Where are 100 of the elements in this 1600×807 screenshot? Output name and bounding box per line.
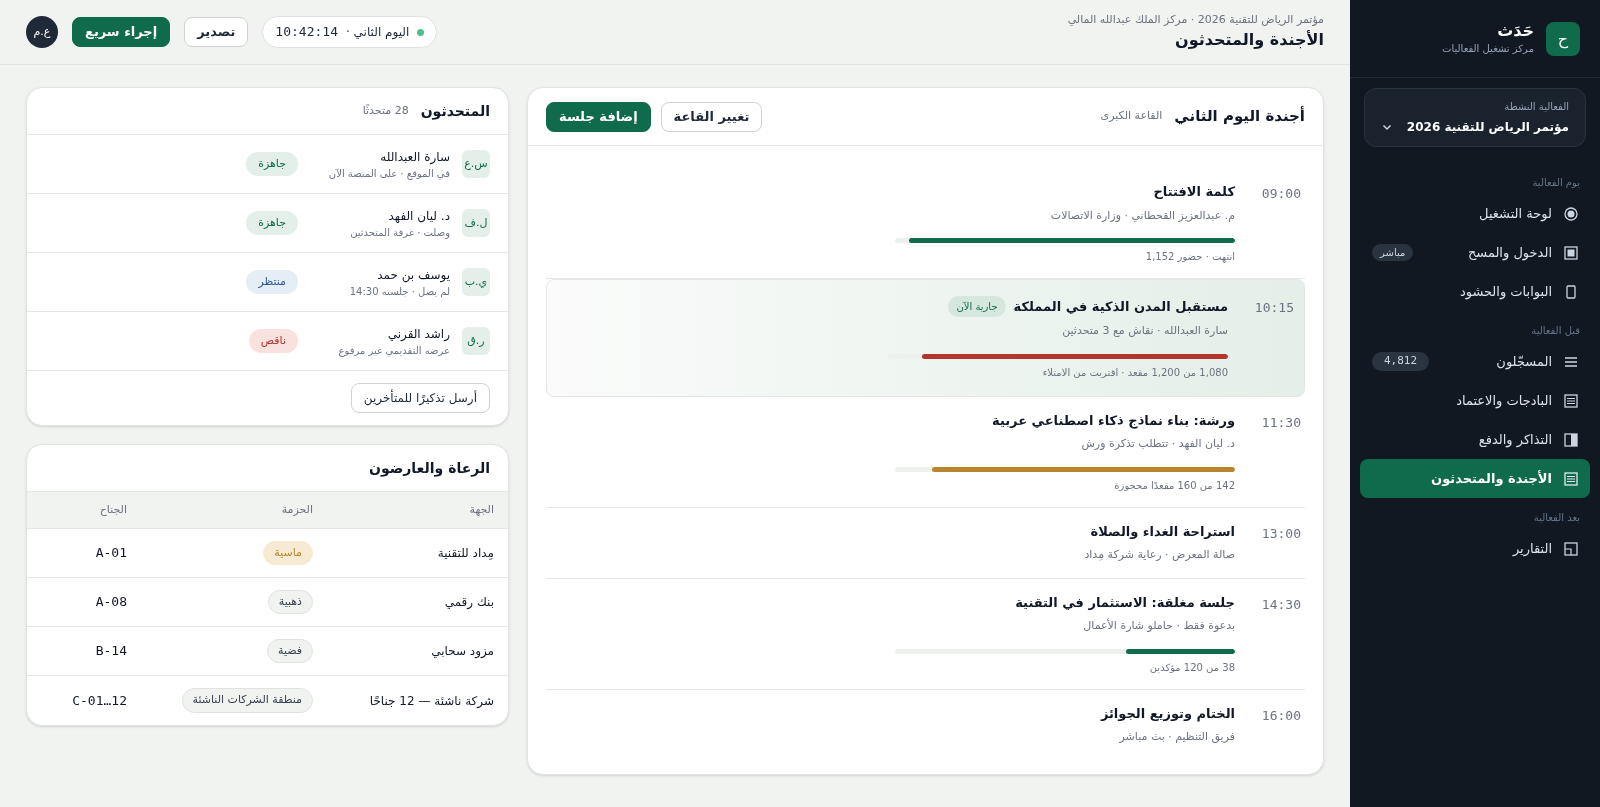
lines-icon [1564,393,1578,408]
status-badge: جاهزة [246,151,298,177]
speaker-row[interactable]: ل.ف د. ليان الفهد وصلت · غرفة المتحدثين جاهزة [27,194,508,253]
session-subtitle: فريق التنظيم · بث مباشر [1118,729,1235,745]
initials-avatar: ي.ب [462,268,490,296]
user-avatar[interactable]: ع.م [26,16,58,48]
column-header: الحزمة [280,501,313,518]
speaker-name: يوسف بن حمد [376,266,450,284]
day-label: اليوم الثاني · [346,24,410,41]
nav-item[interactable]: الأجندة والمتحدثون [1360,459,1590,498]
primary-button[interactable]: إضافة جلسة [546,101,651,132]
app-subtitle: مركز تشغيل الفعاليات [1442,42,1534,56]
speaker-row[interactable]: س.ع سارة العبدالله في الموقع · على المنصة الآن جاهزة [27,135,508,194]
nav-item[interactable]: الدخول والمسح مباشر [1360,233,1590,272]
table-cell-text: بنك رقمي [443,594,494,611]
speaker-detail: عرضه التقديمي غير مرفوع [337,343,450,358]
speaker-name: راشد القرني [386,325,450,343]
session-note: انتهت · حضور 1,152 [1144,250,1235,264]
speaker-detail: في الموقع · على المنصة الآن [327,166,450,181]
session-time: 10:15 [1253,299,1294,317]
table-cell-text: A-01 [94,544,127,563]
initials-avatar: س.ع [462,150,490,178]
nav-label: البوابات والحشود [1458,282,1552,302]
app-name: حَدَث [1496,21,1534,41]
tier-badge: فضية [267,638,313,664]
event-picker[interactable]: الفعالية النشطة مؤتمر الرياض للتقنية 2026 [1364,88,1586,147]
nav-label: المسجّلون [1495,352,1552,372]
square-icon [1564,245,1578,260]
nav-item[interactable]: البادجات والاعتماد [1360,381,1590,420]
card-title: الرعاة والعارضون [369,458,490,479]
outline-button[interactable]: تصدير [184,17,249,47]
picker-value: مؤتمر الرياض للتقنية 2026 [1406,119,1569,136]
breadcrumb: مؤتمر الرياض للتقنية 2026 · مركز الملك عبدالله المالي [1067,11,1324,28]
initials-avatar: ل.ف [462,209,490,237]
nav-section-title: يوم الفعالية [1531,176,1581,190]
table-cell-text: B-14 [94,642,127,661]
session-title: الختام وتوزيع الجوائز [1100,704,1235,723]
nav-section-title: بعد الفعالية [1532,511,1581,525]
session-subtitle: د. ليان الفهد · تتطلب تذكرة ورش [1080,436,1235,452]
nav-label: الأجندة والمتحدثون [1430,469,1552,488]
session-title: جلسة مغلقة: الاستثمار في التقنية [1015,593,1235,612]
session-note: 142 من 160 مقعدًا محجوزة [1113,478,1235,493]
session-time: 16:00 [1260,706,1301,725]
status-badge: منتظر [246,269,298,295]
session-time: 14:30 [1260,595,1301,614]
session-title: كلمة الافتتاح [1153,183,1235,201]
session-time: 11:30 [1260,413,1301,432]
card-title: أجندة اليوم الثاني [1174,105,1305,128]
session-subtitle: بدعوة فقط · حاملو شارة الأعمال [1082,618,1235,634]
nav-item[interactable]: التذاكر والدفع [1360,420,1590,459]
speaker-count: 28 متحدثًا [362,102,409,119]
column-header: الجناح [98,501,127,518]
reminder-button[interactable]: أرسل تذكيرًا للمتأخرين [350,383,490,413]
logo-mark: ح [1546,21,1580,56]
nav-label: التذاكر والدفع [1477,430,1552,450]
live-badge: مباشر [1372,244,1414,261]
tier-badge: ماسية [263,540,313,566]
nav-item[interactable]: التقارير [1360,529,1590,568]
radio-icon [1564,206,1578,221]
speaker-name: سارة العبدالله [379,148,450,166]
primary-button[interactable]: إجراء سريع [72,17,171,47]
tier-badge: منطقة الشركات الناشئة [181,688,313,713]
rectangle-icon [1564,284,1578,299]
hall-label: القاعة الكبرى [1100,108,1163,125]
column-header: الجهة [468,501,494,518]
session-subtitle: صالة المعرض · رعاية شركة مِداد [1083,547,1235,563]
list-icon [1564,354,1578,369]
nav-item[interactable]: لوحة التشغيل [1360,194,1590,233]
corner-square-icon [1564,541,1578,556]
table-cell-text: A-08 [94,593,127,612]
session-subtitle: سارة العبدالله · نقاش مع 3 متحدثين [1061,323,1228,339]
outline-button[interactable]: تغيير القاعة [660,101,763,132]
speaker-detail: وصلت · غرفة المتحدثين [349,225,450,240]
speaker-name: د. ليان الفهد [387,207,450,225]
speaker-detail: لم يصل · جلسته 14:30 [348,284,450,299]
card-title: المتحدثون [420,101,490,122]
session-time: 13:00 [1260,524,1301,543]
table-cell-text: مزود سحابي [430,643,494,660]
initials-avatar: ر.ق [462,327,490,355]
speaker-row[interactable]: ر.ق راشد القرني عرضه التقديمي غير مرفوع ناقص [27,312,508,371]
status-badge: ناقص [248,328,298,354]
lines-icon [1564,471,1578,486]
nav-label: البادجات والاعتماد [1455,391,1552,411]
live-badge: جارية الآن [948,296,1006,317]
nav-label: الدخول والمسح [1466,243,1552,263]
session-time: 09:00 [1260,185,1301,203]
session-title: استراحة الغداء والصلاة [1090,522,1235,541]
clock-time: 10:42:14 [275,23,338,42]
table-cell-text: C-01…12 [71,691,127,710]
table-cell-text: مِداد للتقنية [436,545,494,562]
session-note: 38 من 120 مؤكدين [1148,660,1235,675]
nav-section-title: قبل الفعالية [1530,324,1581,338]
session-title: ورشة: بناء نماذج ذكاء اصطناعي عربية [992,411,1235,430]
nav-label: لوحة التشغيل [1478,204,1552,224]
nav-item[interactable]: البوابات والحشود [1360,272,1590,311]
status-badge: جاهزة [246,210,298,236]
nav-label: التقارير [1511,539,1552,559]
session-note: 1,080 من 1,200 مقعد · اقتربت من الامتلاء [1041,365,1228,380]
speaker-row[interactable]: ي.ب يوسف بن حمد لم يصل · جلسته 14:30 منتظر [27,253,508,312]
picker-label: الفعالية النشطة [1503,100,1569,114]
